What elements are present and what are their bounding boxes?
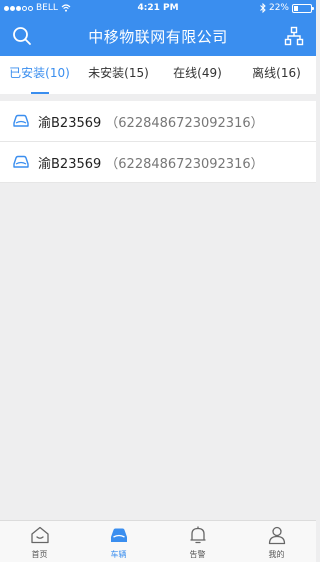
- tabbar-home[interactable]: 首页: [0, 521, 79, 562]
- battery-percent: 22%: [268, 3, 289, 13]
- tabbar-home-label: 首页: [31, 550, 48, 559]
- list-item[interactable]: 渝B23569 （6228486723092316）: [0, 142, 316, 183]
- tabbar-profile-label: 我的: [268, 550, 285, 559]
- vehicle-plate: 渝B23569: [38, 115, 102, 131]
- org-chart-icon[interactable]: [284, 26, 304, 46]
- tabbar-vehicles-label: 车辆: [110, 550, 127, 559]
- car-icon: [13, 155, 29, 168]
- status-right: 22%: [260, 3, 314, 13]
- home-icon: [30, 526, 49, 544]
- nav-bar: 中移物联网有限公司: [0, 18, 316, 56]
- user-icon: [268, 526, 285, 545]
- bottom-tab-bar: 首页 车辆 告警 我的: [0, 520, 316, 562]
- tabbar-alarms[interactable]: 告警: [158, 521, 237, 562]
- filter-tabs: 已安装(10) 未安装(15) 在线(49) 离线(16): [0, 56, 316, 94]
- battery-icon: [292, 3, 314, 13]
- status-bar: BELL 4:21 PM 22%: [0, 0, 316, 18]
- page-title: 中移物联网有限公司: [88, 28, 228, 46]
- tab-offline[interactable]: 离线(16): [237, 56, 316, 94]
- bell-icon: [190, 526, 205, 544]
- car-icon: [13, 114, 29, 127]
- tabbar-profile[interactable]: 我的: [237, 521, 316, 562]
- vehicle-list: 渝B23569 （6228486723092316） 渝B23569 （6228…: [0, 101, 316, 183]
- vehicle-sim: （6228486723092316）: [105, 156, 264, 172]
- tab-installed[interactable]: 已安装(10): [0, 56, 79, 94]
- app-header: BELL 4:21 PM 22% 中移物联网有限公司: [0, 0, 316, 56]
- bluetooth-icon: [260, 3, 266, 13]
- list-item[interactable]: 渝B23569 （6228486723092316）: [0, 101, 316, 142]
- car-icon: [110, 528, 127, 542]
- vehicle-plate: 渝B23569: [38, 156, 102, 172]
- tabbar-alarms-label: 告警: [189, 550, 206, 559]
- tab-online[interactable]: 在线(49): [158, 56, 237, 94]
- tabbar-vehicles[interactable]: 车辆: [79, 521, 158, 562]
- vehicle-sim: （6228486723092316）: [105, 115, 264, 131]
- tab-not-installed[interactable]: 未安装(15): [79, 56, 158, 94]
